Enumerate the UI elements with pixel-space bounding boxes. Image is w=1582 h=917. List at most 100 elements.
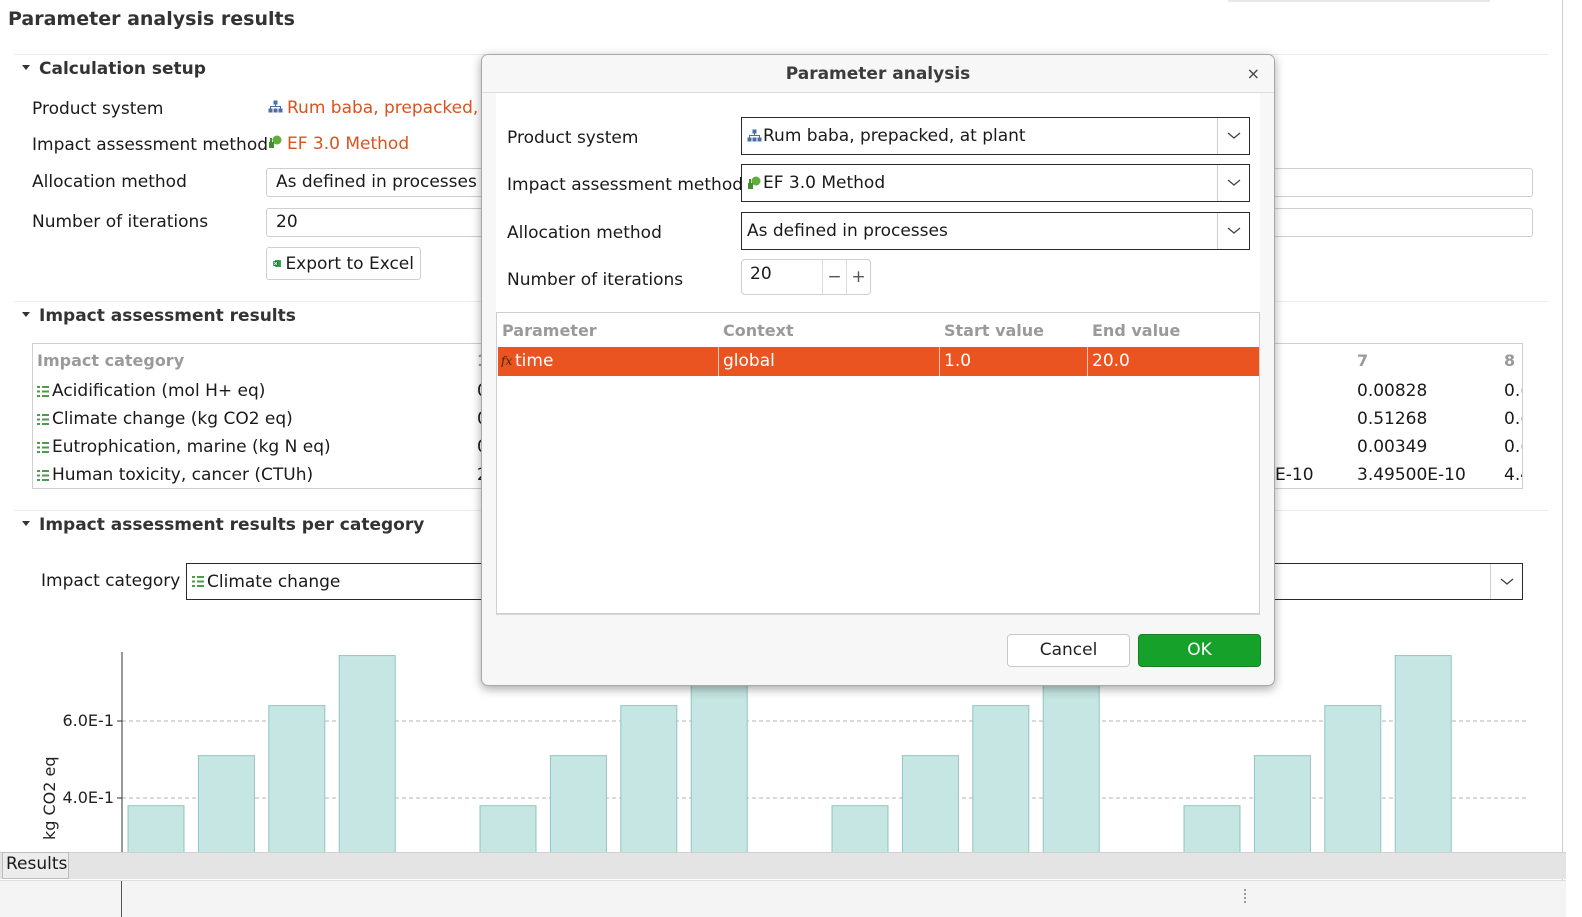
- chart-bar: [268, 705, 326, 852]
- status-bar: [0, 852, 1566, 879]
- dlg-product-system-combo[interactable]: Rum baba, prepacked, at plant: [741, 117, 1250, 155]
- impact-method-link[interactable]: EF 3.0 Method: [268, 134, 409, 154]
- export-excel-label: Export to Excel: [285, 253, 414, 274]
- table-row[interactable]: Human toxicity, cancer (CTUh): [37, 465, 313, 485]
- resize-grip-icon[interactable]: [1244, 889, 1246, 903]
- product-system-icon: [268, 100, 283, 113]
- impact-results-title: Impact assessment results: [39, 306, 296, 326]
- results-tab[interactable]: Results: [2, 852, 69, 879]
- dlg-iterations-label: Number of iterations: [507, 270, 684, 290]
- dialog-footer-separator: [496, 614, 1260, 615]
- dlg-allocation-dropdown[interactable]: [1217, 213, 1249, 249]
- chevron-down-icon: [1500, 578, 1513, 585]
- chart-bar: [479, 805, 537, 852]
- col-header-parameter: Parameter: [502, 321, 597, 340]
- col-header-8: 8: [1504, 351, 1516, 370]
- per-category-header[interactable]: Impact assessment results per category: [22, 515, 424, 535]
- chevron-down-icon: [1227, 179, 1240, 186]
- table-row[interactable]: Acidification (mol H+ eq): [37, 381, 265, 401]
- chart-bar: [972, 705, 1030, 852]
- plus-icon[interactable]: +: [846, 260, 870, 294]
- impact-category-icon: [37, 385, 49, 397]
- column-divider: [1087, 347, 1088, 376]
- table-cell: 0.00349: [1357, 437, 1428, 457]
- per-category-title: Impact assessment results per category: [39, 515, 425, 535]
- allocation-method-label: Allocation method: [32, 172, 187, 192]
- dlg-product-system-value: Rum baba, prepacked, at plant: [763, 126, 1026, 146]
- dlg-allocation-label: Allocation method: [507, 223, 662, 243]
- table-cell: E-10: [1275, 465, 1314, 485]
- svg-text:fx: fx: [501, 354, 512, 367]
- dlg-allocation-value: As defined in processes: [747, 221, 948, 241]
- table-row[interactable]: fx time global 1.0 20.0: [498, 347, 1259, 376]
- dlg-iterations-spinner: 20 − +: [741, 259, 871, 295]
- collapse-triangle-icon: [22, 64, 30, 70]
- dlg-impact-method-value: EF 3.0 Method: [763, 173, 886, 193]
- export-excel-button[interactable]: Export to Excel: [266, 247, 421, 280]
- app-window: Parameter analysis results Calculation s…: [0, 0, 1582, 917]
- impact-method-label: Impact assessment method: [32, 135, 269, 155]
- dlg-impact-method-combo[interactable]: EF 3.0 Method: [741, 164, 1250, 202]
- calculation-setup-header[interactable]: Calculation setup: [22, 59, 206, 79]
- product-system-link[interactable]: Rum baba, prepacked, a: [268, 98, 480, 118]
- minus-icon[interactable]: −: [822, 260, 846, 294]
- table-cell: 0.(: [1504, 437, 1522, 457]
- product-system-link-text: Rum baba, prepacked, a: [287, 98, 480, 118]
- cancel-button[interactable]: Cancel: [1007, 634, 1130, 667]
- start-value-cell[interactable]: 1.0: [944, 351, 971, 371]
- y-axis-label: kg CO2 eq: [40, 756, 59, 840]
- impact-category-name: Eutrophication, marine (kg N eq): [52, 437, 331, 457]
- table-row[interactable]: Climate change (kg CO2 eq): [37, 409, 293, 429]
- iterations-label: Number of iterations: [32, 212, 209, 232]
- close-icon[interactable]: ×: [1247, 64, 1260, 83]
- col-header-7: 7: [1357, 351, 1369, 370]
- allocation-method-value: As defined in processes: [276, 172, 477, 192]
- col-header-end-value: End value: [1092, 321, 1181, 340]
- chart-bar: [338, 655, 396, 852]
- dlg-product-system-dropdown[interactable]: [1217, 118, 1249, 154]
- parameter-name: time: [515, 351, 554, 371]
- chart-bar: [1183, 805, 1241, 852]
- dlg-impact-method-dropdown[interactable]: [1217, 165, 1249, 201]
- impact-category-icon: [37, 413, 49, 425]
- chart-bar: [831, 805, 889, 852]
- chart-bar: [197, 755, 255, 852]
- collapse-triangle-icon: [22, 520, 30, 526]
- table-cell: 3.49500E-10: [1357, 465, 1466, 485]
- table-cell: 0.00828: [1357, 381, 1428, 401]
- y-tick-label: 4.0E-1: [62, 788, 114, 807]
- chart-bar: [549, 755, 607, 852]
- chart-bar: [1253, 755, 1311, 852]
- col-header-context: Context: [723, 321, 794, 340]
- ok-button[interactable]: OK: [1138, 634, 1261, 667]
- formula-icon: fx: [500, 354, 512, 368]
- parameter-analysis-dialog: Parameter analysis × Product system Rum …: [481, 54, 1275, 686]
- dialog-title: Parameter analysis: [482, 55, 1274, 93]
- impact-category-dropdown-button[interactable]: [1490, 564, 1522, 599]
- impact-category-icon: [192, 576, 204, 587]
- method-icon: [748, 176, 761, 189]
- calculation-setup-title: Calculation setup: [39, 59, 206, 79]
- chart-bar: [620, 705, 678, 852]
- table-row[interactable]: Eutrophication, marine (kg N eq): [37, 437, 331, 457]
- col-header-impact-category: Impact category: [37, 351, 185, 370]
- chart-bar: [901, 755, 959, 852]
- dlg-product-system-label: Product system: [507, 128, 639, 148]
- impact-method-link-text: EF 3.0 Method: [287, 134, 410, 154]
- impact-category-value: Climate change: [207, 571, 341, 592]
- dlg-iterations-input[interactable]: 20: [742, 260, 822, 294]
- impact-category-icon: [37, 469, 49, 481]
- impact-category-name: Acidification (mol H+ eq): [52, 381, 266, 401]
- table-cell: 4.4: [1504, 465, 1522, 485]
- end-value-cell[interactable]: 20.0: [1092, 351, 1130, 371]
- chart-bar: [1324, 705, 1382, 852]
- chart-axis-continuation: [121, 881, 122, 917]
- top-divider: [1228, 0, 1490, 2]
- impact-category-label: Impact category: [41, 571, 181, 591]
- impact-results-header[interactable]: Impact assessment results: [22, 306, 296, 326]
- dlg-impact-method-label: Impact assessment method: [507, 175, 744, 195]
- chart-bar: [1394, 655, 1452, 852]
- iterations-value: 20: [276, 212, 298, 232]
- dlg-allocation-combo[interactable]: As defined in processes: [741, 212, 1250, 250]
- bottom-bar: [0, 880, 1566, 917]
